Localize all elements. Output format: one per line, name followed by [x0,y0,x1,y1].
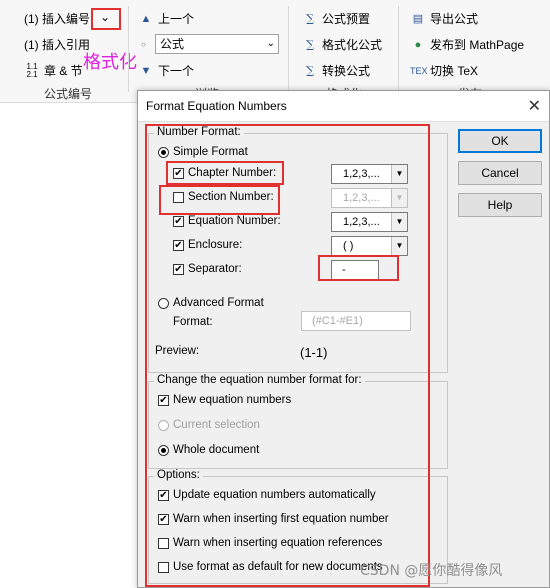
chapter-section-label: 章 & 节 [44,64,83,78]
close-icon[interactable]: ✕ [528,96,541,116]
watermark: CSDN @愿你酷得像风 [360,563,503,579]
format-equation-numbers-dialog: Format Equation Numbers ✕ OK Cancel Help… [137,90,550,588]
export-icon: ▤ [412,13,424,25]
insert-number-button[interactable]: (1) 插入编号 [24,10,90,27]
chapter-icon: 1.1 2.1 [26,61,38,79]
format-equation-label: 格式化公式 [322,38,383,52]
separator [288,6,289,92]
chapter-section-button[interactable]: 1.1 2.1 章 & 节 [24,61,83,79]
browse-type-value: 公式 [160,37,185,51]
convert-equation-label: 转换公式 [322,64,371,78]
cancel-button[interactable]: Cancel [458,161,542,185]
next-label: 下一个 [158,64,195,78]
insert-reference-label: (1) 插入引用 [24,38,91,52]
highlight-box-separator [318,255,399,281]
toggle-tex-button[interactable]: TEX 切换 TeX [410,62,478,79]
highlight-box-section [159,185,280,215]
ribbon: (1) 插入编号 ⌄ (1) 插入引用 1.1 2.1 章 & 节 公式编号 格式… [0,0,550,103]
export-equation-button[interactable]: ▤ 导出公式 [410,10,478,27]
tex-icon: TEX [410,65,428,76]
previous-button[interactable]: ▲ 上一个 [138,10,194,27]
equation-preset-button[interactable]: ∑ 公式预置 [302,10,370,27]
browse-type-dropdown[interactable]: 公式 ⌄ [155,34,279,54]
insert-reference-button[interactable]: (1) 插入引用 [24,36,90,53]
dialog-titlebar: Format Equation Numbers ✕ [138,91,549,122]
down-arrow-icon: ▼ [140,64,152,77]
up-arrow-icon: ▲ [140,12,152,25]
sigma-icon: ∑ [306,12,314,25]
export-label: 导出公式 [430,12,479,26]
highlight-box [91,8,121,30]
equation-preset-label: 公式预置 [322,12,371,26]
publish-mathpage-button[interactable]: ● 发布到 MathPage [410,36,524,53]
help-button[interactable]: Help [458,193,542,217]
group-label-numbering: 公式编号 [44,87,93,101]
chevron-down-icon: ⌄ [266,38,275,49]
format-sigma-icon: ∑ [306,38,314,51]
bullet-icon: ○ [141,40,146,49]
separator [398,6,399,92]
toggle-tex-label: 切换 TeX [430,64,479,78]
dialog-title: Format Equation Numbers [146,99,287,113]
format-equation-button[interactable]: ∑ 格式化公式 [302,36,382,53]
previous-label: 上一个 [158,12,195,26]
ok-button[interactable]: OK [458,129,542,153]
separator [128,6,129,92]
highlight-box-chapter [166,161,284,185]
insert-number-label: (1) 插入编号 [24,12,91,26]
convert-equation-button[interactable]: ∑ 转换公式 [302,62,370,79]
next-button[interactable]: ▼ 下一个 [138,62,194,79]
publish-label: 发布到 MathPage [430,38,525,52]
convert-sigma-icon: ∑ [306,64,314,77]
globe-icon: ● [414,38,422,51]
